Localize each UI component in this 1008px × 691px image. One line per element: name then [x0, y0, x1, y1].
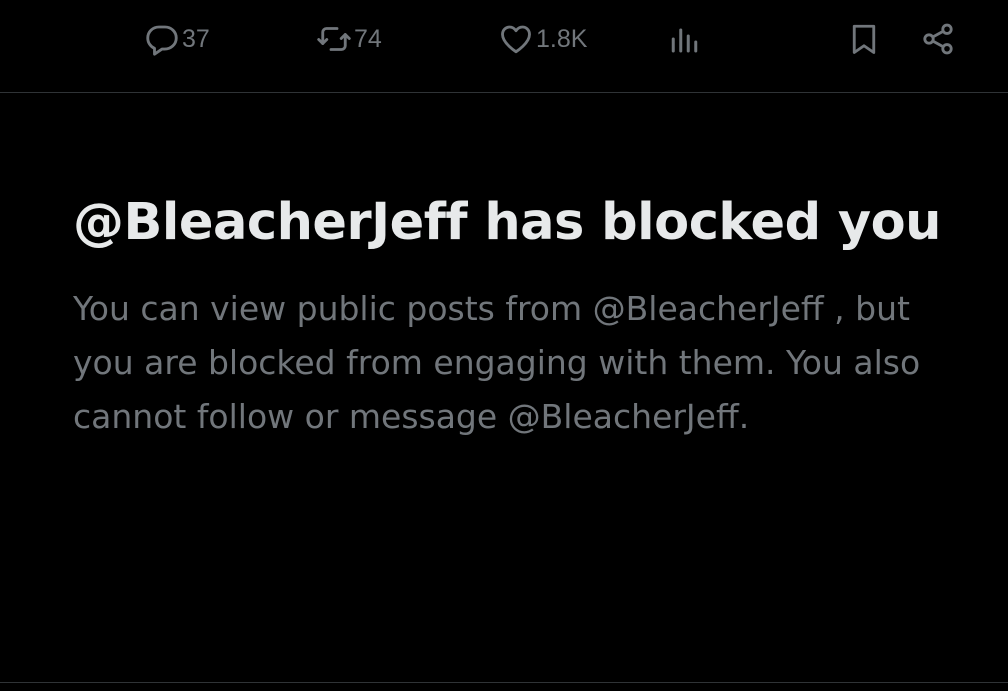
- heart-icon: [498, 21, 534, 57]
- reply-button[interactable]: 37: [144, 18, 210, 60]
- divider: [0, 682, 1008, 683]
- like-button[interactable]: 1.8K: [498, 18, 587, 60]
- bookmark-button[interactable]: [846, 18, 882, 60]
- blocked-notice-body: You can view public posts from @Bleacher…: [73, 289, 921, 436]
- repost-icon: [316, 21, 352, 57]
- blocked-notice-title: @BleacherJeff has blocked you: [73, 193, 941, 252]
- blocked-notice: @BleacherJeff has blocked you You can vi…: [73, 186, 953, 444]
- post-action-bar: 37 74 1.8K: [0, 0, 1008, 78]
- like-count: 1.8K: [536, 24, 588, 53]
- repost-count: 74: [354, 24, 382, 53]
- reply-icon: [144, 21, 180, 57]
- share-icon: [920, 21, 956, 57]
- reply-count: 37: [182, 24, 210, 53]
- bookmark-icon: [846, 21, 882, 57]
- views-icon: [668, 21, 704, 57]
- repost-button[interactable]: 74: [316, 18, 382, 60]
- views-button[interactable]: [668, 18, 704, 60]
- share-button[interactable]: [920, 18, 956, 60]
- divider: [0, 92, 1008, 93]
